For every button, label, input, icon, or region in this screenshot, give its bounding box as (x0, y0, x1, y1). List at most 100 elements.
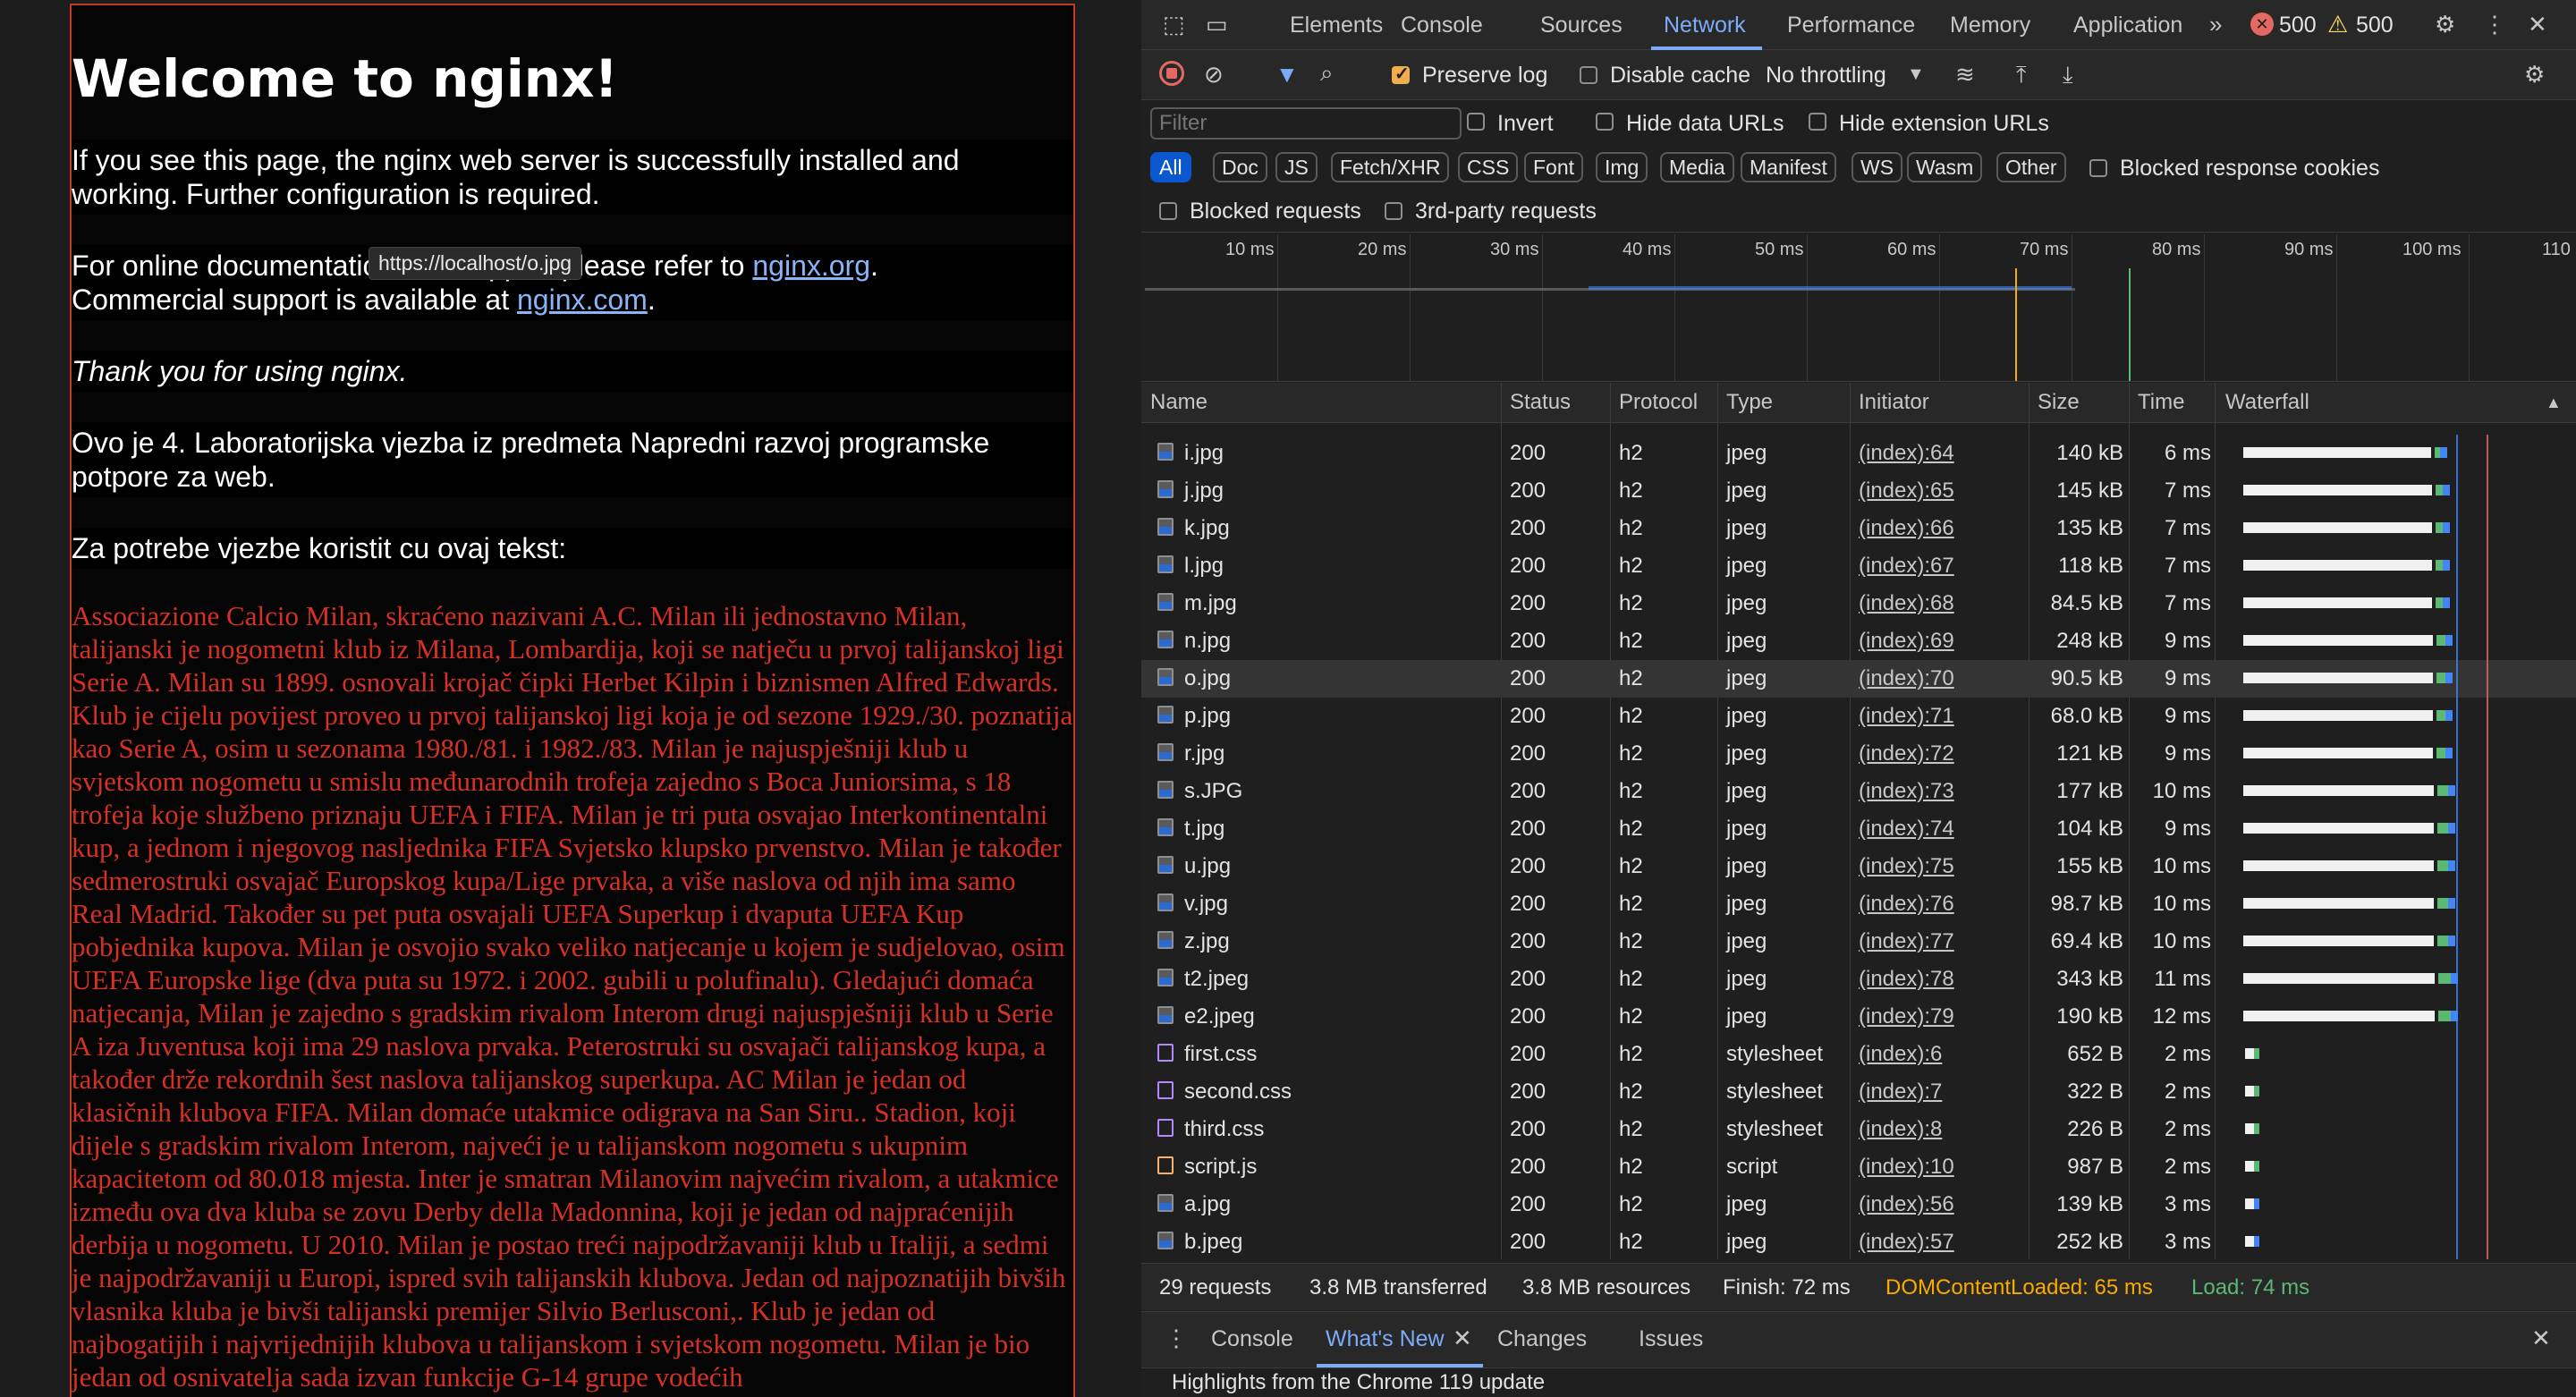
error-icon[interactable]: ✕ (2250, 13, 2274, 36)
close-devtools-icon[interactable]: ✕ (2528, 11, 2547, 38)
error-count[interactable]: 500 (2279, 13, 2317, 38)
settings-gear-icon[interactable]: ⚙ (2435, 11, 2455, 38)
close-tab-icon[interactable]: ✕ (1453, 1325, 1472, 1351)
network-conditions-icon[interactable]: ≋ (1955, 61, 1975, 88)
filter-input[interactable] (1150, 107, 1462, 140)
table-row[interactable]: a.jpg 200 h2 jpeg (index):56 139 kB 3 ms (1141, 1186, 2576, 1223)
tab-network[interactable]: Network (1664, 13, 1746, 38)
table-row[interactable]: first.css 200 h2 stylesheet (index):6 652 B 2 … (1141, 1036, 2576, 1073)
table-row[interactable]: t.jpg 200 h2 jpeg (index):74 104 kB 9 ms (1141, 810, 2576, 848)
type-filter-all[interactable]: All (1150, 152, 1191, 182)
request-initiator[interactable]: (index):65 (1859, 478, 1954, 504)
request-initiator[interactable]: (index):8 (1859, 1117, 1942, 1142)
export-har-icon[interactable]: ⤓ (2063, 61, 2073, 88)
preserve-log-checkbox[interactable] (1392, 63, 1410, 85)
tab-memory[interactable]: Memory (1950, 13, 2030, 38)
warning-count[interactable]: 500 (2356, 13, 2394, 38)
table-row[interactable]: third.css 200 h2 stylesheet (index):8 226 B 2 … (1141, 1111, 2576, 1148)
col-waterfall[interactable]: Waterfall (2225, 390, 2309, 415)
request-initiator[interactable]: (index):73 (1859, 779, 1954, 804)
table-row[interactable]: p.jpg 200 h2 jpeg (index):71 68.0 kB 9 ms (1141, 698, 2576, 735)
drawer-menu-icon[interactable]: ⋮ (1165, 1325, 1188, 1351)
third-party-checkbox[interactable] (1385, 202, 1402, 220)
type-filter-css[interactable]: CSS (1458, 152, 1519, 182)
request-initiator[interactable]: (index):10 (1859, 1155, 1954, 1180)
table-row[interactable]: b.jpeg 200 h2 jpeg (index):57 252 kB 3 ms (1141, 1223, 2576, 1259)
request-initiator[interactable]: (index):77 (1859, 929, 1954, 954)
sort-up-icon[interactable]: ▲ (2546, 394, 2562, 412)
drawer-tab-changes[interactable]: Changes (1497, 1326, 1587, 1352)
request-initiator[interactable]: (index):74 (1859, 817, 1954, 842)
record-stop-icon[interactable] (1159, 61, 1184, 86)
type-filter-img[interactable]: Img (1596, 152, 1648, 182)
inspect-element-icon[interactable]: ⬚ (1163, 11, 1185, 38)
table-row[interactable]: t2.jpeg 200 h2 jpeg (index):78 343 kB 11 ms (1141, 961, 2576, 998)
type-filter-fetch[interactable]: Fetch/XHR (1331, 152, 1450, 182)
request-initiator[interactable]: (index):76 (1859, 892, 1954, 917)
type-filter-manifest[interactable]: Manifest (1741, 152, 1836, 182)
device-toolbar-icon[interactable]: ▭ (1206, 11, 1228, 38)
import-har-icon[interactable]: ⤒ (2016, 61, 2027, 88)
type-filter-wasm[interactable]: Wasm (1907, 152, 1983, 182)
type-filter-ws[interactable]: WS (1852, 152, 1903, 182)
table-row[interactable]: i.jpg 200 h2 jpeg (index):64 140 kB 6 ms (1141, 435, 2576, 472)
invert-checkbox[interactable] (1467, 113, 1485, 131)
drawer-tab-issues[interactable]: Issues (1639, 1326, 1703, 1352)
table-row[interactable]: u.jpg 200 h2 jpeg (index):75 155 kB 10 ms (1141, 848, 2576, 885)
disable-cache-checkbox[interactable] (1580, 66, 1597, 84)
request-initiator[interactable]: (index):72 (1859, 741, 1954, 766)
table-row[interactable]: z.jpg 200 h2 jpeg (index):77 69.4 kB 10 ms (1141, 923, 2576, 961)
table-row[interactable]: r.jpg 200 h2 jpeg (index):72 121 kB 9 ms (1141, 735, 2576, 773)
request-initiator[interactable]: (index):6 (1859, 1042, 1942, 1067)
request-initiator[interactable]: (index):67 (1859, 554, 1954, 579)
table-row[interactable]: o.jpg 200 h2 jpeg (index):70 90.5 kB 9 ms (1141, 660, 2576, 698)
col-name[interactable]: Name (1150, 390, 1208, 415)
col-status[interactable]: Status (1510, 390, 1571, 415)
tab-elements[interactable]: Elements (1290, 13, 1383, 38)
throttling-select[interactable]: No throttling (1766, 63, 1886, 89)
request-initiator[interactable]: (index):78 (1859, 967, 1954, 992)
table-row[interactable]: v.jpg 200 h2 jpeg (index):76 98.7 kB 10 ms (1141, 885, 2576, 923)
clear-icon[interactable]: ⊘ (1204, 61, 1224, 88)
table-row[interactable]: l.jpg 200 h2 jpeg (index):67 118 kB 7 ms (1141, 547, 2576, 585)
table-row[interactable]: n.jpg 200 h2 jpeg (index):69 248 kB 9 ms (1141, 622, 2576, 660)
table-row[interactable]: e2.jpeg 200 h2 jpeg (index):79 190 kB 12 ms (1141, 998, 2576, 1036)
filter-icon[interactable]: ▼ (1275, 61, 1299, 88)
col-protocol[interactable]: Protocol (1619, 390, 1698, 415)
request-initiator[interactable]: (index):70 (1859, 666, 1954, 691)
network-settings-icon[interactable]: ⚙ (2524, 61, 2545, 88)
request-initiator[interactable]: (index):71 (1859, 704, 1954, 729)
hide-data-urls-checkbox[interactable] (1596, 113, 1614, 131)
request-initiator[interactable]: (index):7 (1859, 1080, 1942, 1105)
hide-ext-urls-checkbox[interactable] (1809, 113, 1826, 131)
request-initiator[interactable]: (index):66 (1859, 516, 1954, 541)
table-row[interactable]: j.jpg 200 h2 jpeg (index):65 145 kB 7 ms (1141, 472, 2576, 510)
network-overview[interactable]: 10 ms 20 ms 30 ms 40 ms 50 ms 60 ms 70 m… (1141, 234, 2576, 382)
request-initiator[interactable]: (index):75 (1859, 854, 1954, 879)
col-type[interactable]: Type (1726, 390, 1773, 415)
type-filter-js[interactable]: JS (1275, 152, 1318, 182)
more-tabs-icon[interactable]: » (2209, 11, 2222, 38)
nginx-com-link[interactable]: nginx.com (517, 284, 648, 316)
warning-icon[interactable]: ⚠ (2327, 11, 2348, 38)
table-row[interactable]: m.jpg 200 h2 jpeg (index):68 84.5 kB 7 ms (1141, 585, 2576, 622)
table-row[interactable]: script.js 200 h2 script (index):10 987 B 2 ms (1141, 1148, 2576, 1186)
chevron-down-icon[interactable]: ▼ (1907, 61, 1925, 88)
table-row[interactable]: k.jpg 200 h2 jpeg (index):66 135 kB 7 ms (1141, 510, 2576, 547)
request-initiator[interactable]: (index):57 (1859, 1230, 1954, 1255)
type-filter-other[interactable]: Other (1996, 152, 2066, 182)
drawer-tab-console[interactable]: Console (1211, 1326, 1293, 1352)
request-initiator[interactable]: (index):69 (1859, 629, 1954, 654)
close-drawer-icon[interactable]: ✕ (2531, 1325, 2551, 1351)
drawer-tab-whats-new[interactable]: What's New (1326, 1326, 1445, 1352)
nginx-org-link[interactable]: nginx.org (752, 250, 870, 282)
type-filter-font[interactable]: Font (1524, 152, 1584, 182)
more-options-icon[interactable]: ⋮ (2483, 11, 2506, 38)
request-initiator[interactable]: (index):68 (1859, 591, 1954, 616)
col-time[interactable]: Time (2138, 390, 2184, 415)
tab-performance[interactable]: Performance (1787, 13, 1915, 38)
tab-console[interactable]: Console (1401, 13, 1483, 38)
table-row[interactable]: second.css 200 h2 stylesheet (index):7 322 B 2… (1141, 1073, 2576, 1111)
type-filter-media[interactable]: Media (1660, 152, 1734, 182)
blocked-requests-checkbox[interactable] (1159, 202, 1177, 220)
